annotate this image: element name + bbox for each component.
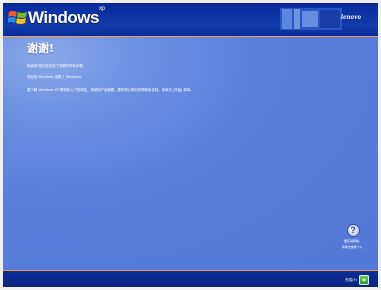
banner-art [280,8,342,30]
message-line-2: 现在您 Windows 设置了 Windows。 [27,75,85,79]
windows-brand: Windowsxp [28,6,105,27]
help-text-2: 请单击或按 F1。 [341,245,365,249]
windows-flag-icon [8,11,27,24]
arrow-right-icon[interactable] [359,275,370,285]
main-content: 谢谢! 恭喜您!您已经完成了设置的所有步骤。 现在您 Windows 设置了 W… [3,37,378,270]
message-line-3: 要了解 Windows XP 帮助和入门的特性，请使用产品摘要。要获得计算机的帮… [27,88,194,92]
lenovo-logo: lenovo [341,13,362,21]
help-text-1: 要获得帮助， [343,239,362,243]
page-title: 谢谢! [27,42,55,55]
footer-bar: 完成(F) [3,270,378,287]
oobe-screen: Windowsxp lenovo 谢谢! 恭喜您!您已经完成了设置的所有步骤。 … [3,3,378,287]
finish-button[interactable]: 完成(F) [345,275,370,285]
header-bar: Windowsxp lenovo [3,3,378,37]
question-icon[interactable]: ? [346,224,360,237]
help-link[interactable]: ? 要获得帮助， 请单击或按 F1。 [331,224,375,249]
message-line-1: 恭喜您!您已经完成了设置的所有步骤。 [27,64,86,68]
finish-label: 完成(F) [345,277,358,282]
